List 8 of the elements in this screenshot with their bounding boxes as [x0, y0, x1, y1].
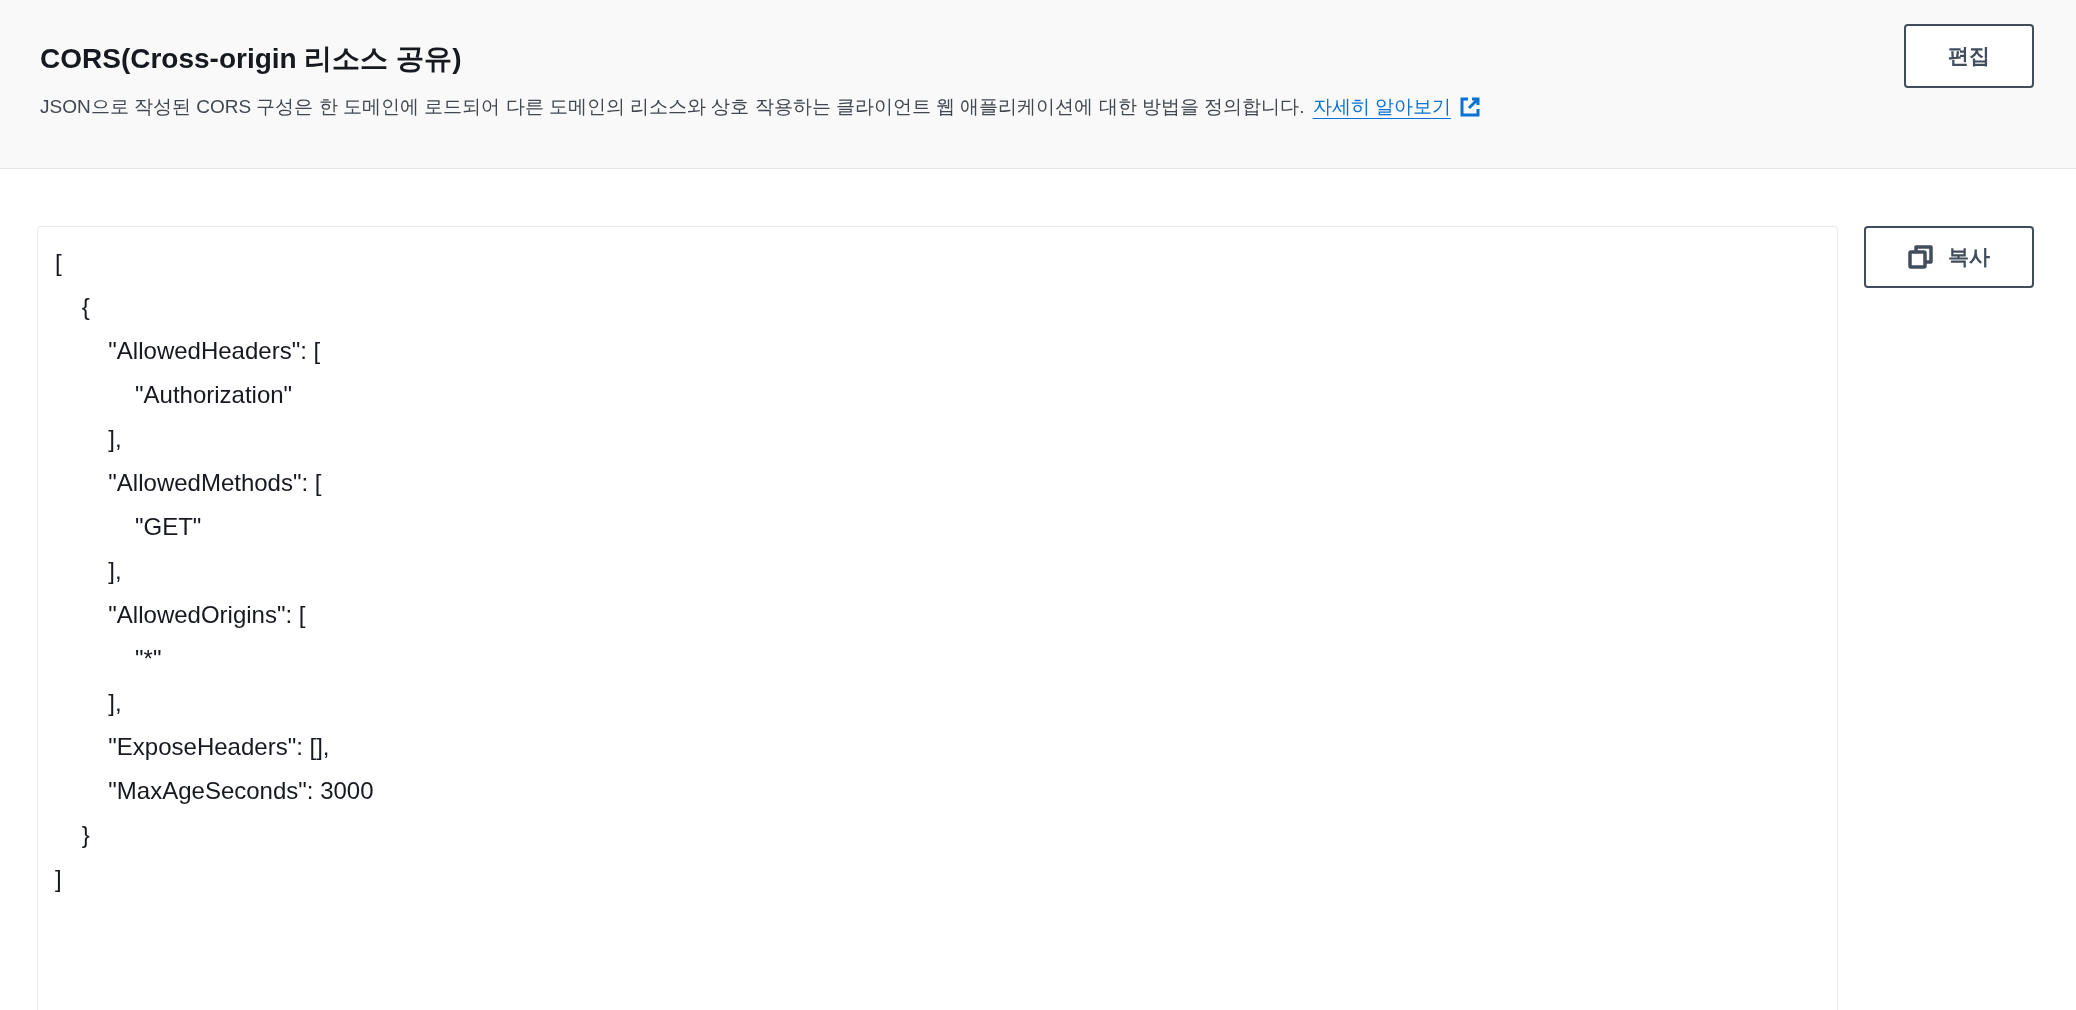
copy-button[interactable]: 복사 [1864, 226, 2034, 288]
copy-icon [1908, 244, 1934, 270]
learn-more-link[interactable]: 자세히 알아보기 [1312, 94, 1481, 120]
section-title: CORS(Cross-origin 리소스 공유) [40, 42, 463, 76]
edit-button[interactable]: 편집 [1904, 24, 2034, 88]
code-block: [ { "AllowedHeaders": [ "Authorization" ], "AllowedMethods": [ "GET" ], "AllowedOrigins": [ "*" ], "ExposeHeaders": [], "MaxAgeSeconds": 3000 } ] [37, 226, 1838, 1010]
external-link-icon [1458, 96, 1481, 118]
description-text: JSON으로 작성된 CORS 구성은 한 도메인에 로드되어 다른 도메인의 리소스와 상호 작용하는 클라이언트 웹 애플리케이션에 대한 방법을 정의합니다. [40, 95, 1305, 119]
